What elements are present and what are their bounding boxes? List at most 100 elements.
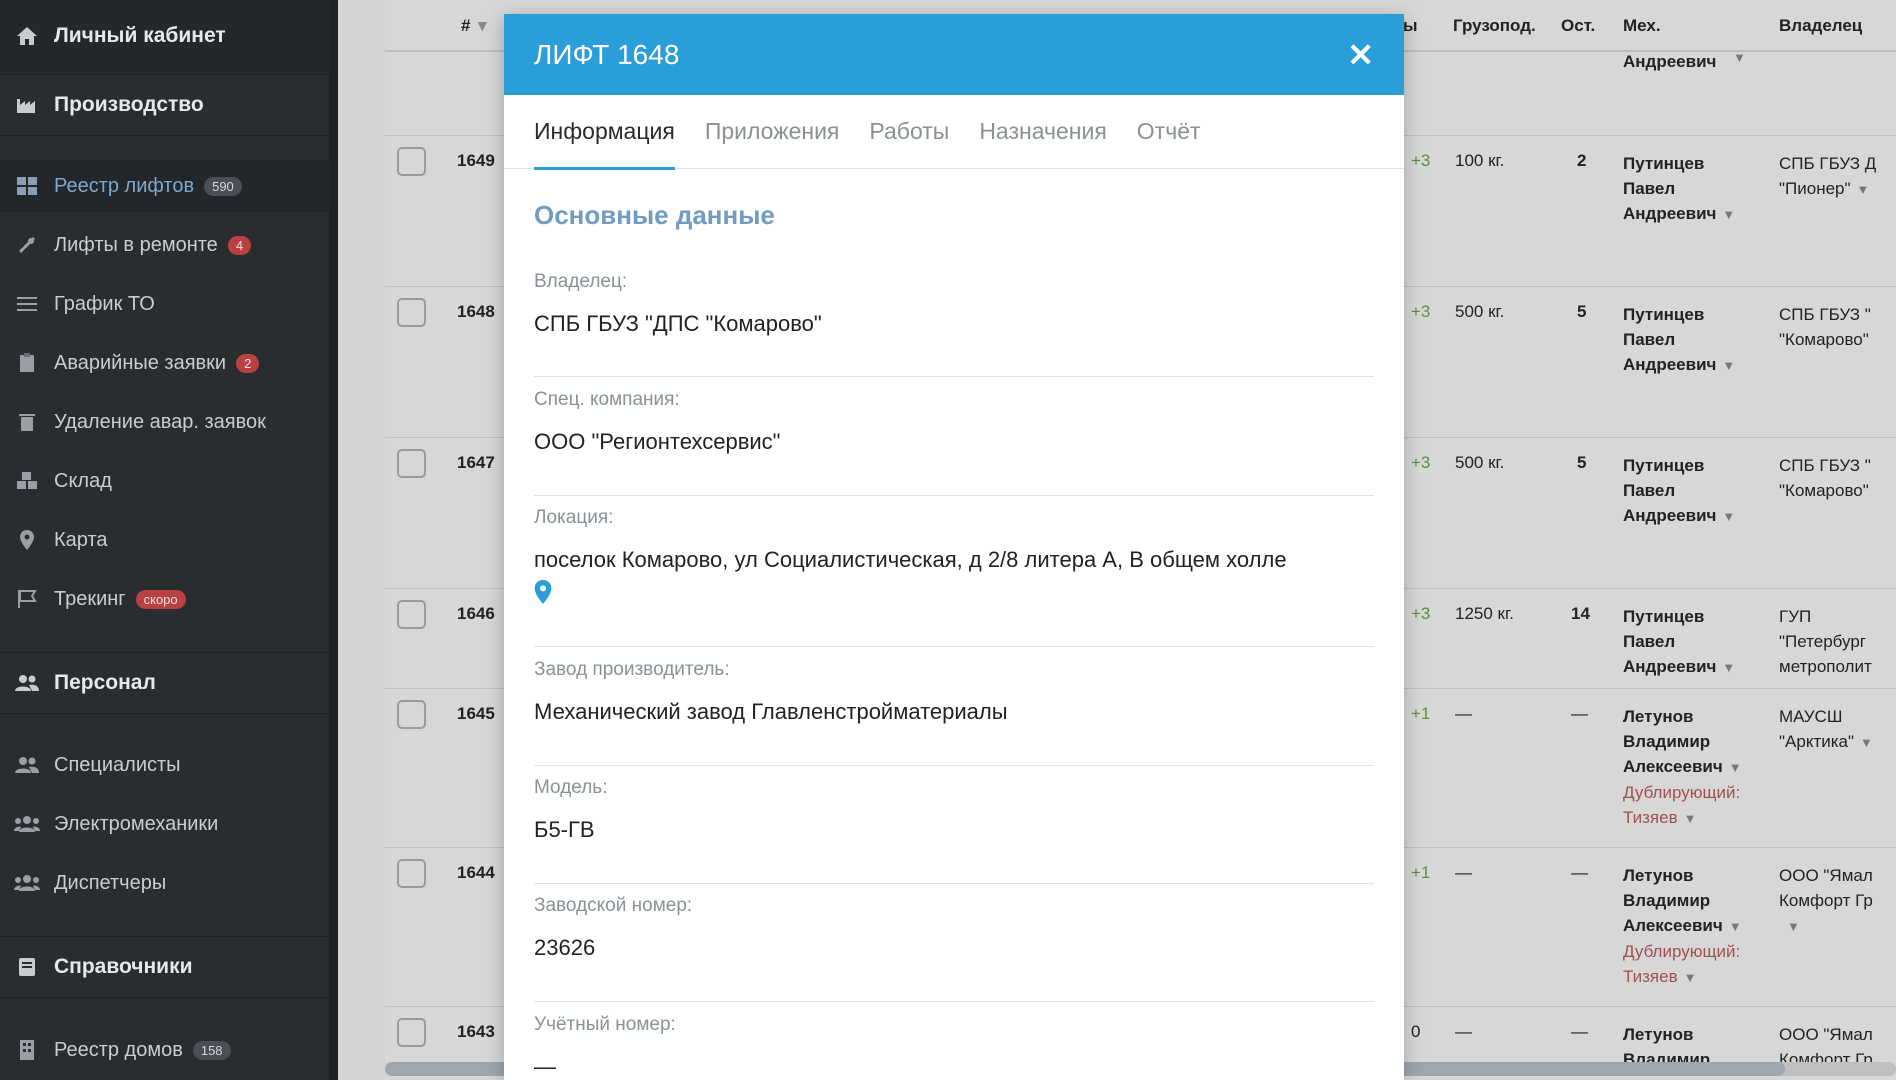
sidebar-item-specialists[interactable]: Специалисты bbox=[0, 739, 329, 791]
row-checkbox[interactable] bbox=[397, 859, 426, 888]
sidebar: Личный кабинет Производство Реестр лифто… bbox=[0, 0, 338, 1080]
filter-icon[interactable]: ▼ bbox=[1722, 509, 1735, 524]
row-mechanic[interactable]: Путинцев Павел Андреевич ▼ bbox=[1623, 302, 1735, 378]
header-load-capacity[interactable]: Грузопод. bbox=[1453, 16, 1536, 36]
filter-icon[interactable]: ▼ bbox=[1684, 811, 1697, 826]
sidebar-header-personal-cabinet[interactable]: Личный кабинет bbox=[0, 0, 329, 72]
filter-icon[interactable]: ▼ bbox=[1857, 182, 1870, 197]
field-label: Учётный номер: bbox=[534, 1014, 676, 1035]
book-icon bbox=[14, 956, 40, 978]
filter-icon[interactable]: ▼ bbox=[1722, 207, 1735, 222]
sidebar-item-electromechanics[interactable]: Электромеханики bbox=[0, 798, 329, 850]
count-badge: 4 bbox=[227, 235, 252, 255]
soon-badge: скоро bbox=[135, 589, 186, 609]
map-marker-icon[interactable] bbox=[534, 580, 552, 609]
filter-icon[interactable]: ▼ bbox=[1729, 760, 1742, 775]
sidebar-item-dispatchers[interactable]: Диспетчеры bbox=[0, 857, 329, 909]
row-id[interactable]: 1649 bbox=[457, 151, 495, 171]
mech-line: Алексеевич bbox=[1623, 757, 1723, 776]
mech-line: Андреевич bbox=[1623, 204, 1717, 223]
row-load: 100 кг. bbox=[1455, 151, 1505, 170]
section-label: Производство bbox=[54, 93, 204, 116]
sidebar-item-emergency-requests[interactable]: Аварийные заявки 2 bbox=[0, 337, 329, 389]
field-value: 23626 bbox=[534, 935, 596, 960]
header-partial: ы bbox=[1403, 16, 1418, 35]
row-checkbox[interactable] bbox=[397, 449, 426, 478]
sidebar-item-map[interactable]: Карта bbox=[0, 514, 329, 566]
sidebar-item-label: Лифты в ремонте bbox=[54, 233, 218, 256]
sidebar-section-reference[interactable]: Справочники bbox=[0, 936, 329, 998]
sidebar-item-label: График ТО bbox=[54, 292, 155, 315]
owner-line: Комфорт Гр bbox=[1779, 891, 1873, 910]
sidebar-item-label: Удаление авар. заявок bbox=[54, 410, 266, 433]
sidebar-item-label: Карта bbox=[54, 528, 108, 551]
row-mechanic[interactable]: Путинцев Павел Андреевич ▼ bbox=[1623, 604, 1735, 680]
row-mechanic[interactable]: Путинцев Павел Андреевич ▼ bbox=[1623, 151, 1735, 227]
mech-line: Путинцев bbox=[1623, 607, 1705, 626]
mech-line: Андреевич bbox=[1623, 657, 1717, 676]
sidebar-item-elevator-registry[interactable]: Реестр лифтов 590 bbox=[0, 160, 329, 212]
row-id[interactable]: 1647 bbox=[457, 453, 495, 473]
tab-assignments[interactable]: Назначения bbox=[979, 95, 1106, 169]
count-badge: 2 bbox=[236, 353, 260, 373]
row-checkbox[interactable] bbox=[397, 147, 426, 176]
sidebar-section-personnel[interactable]: Персонал bbox=[0, 652, 329, 714]
duplicate-name: Тизяев bbox=[1623, 808, 1678, 827]
row-checkbox[interactable] bbox=[397, 1018, 426, 1047]
header-owner[interactable]: Владелец bbox=[1779, 16, 1862, 36]
sort-desc-icon[interactable]: ▾ bbox=[478, 16, 487, 36]
row-stops: — bbox=[1571, 1022, 1588, 1041]
mech-line: Путинцев bbox=[1623, 305, 1705, 324]
field-serial-number: Заводской номер: 23626 bbox=[534, 895, 1374, 1002]
owner-line: метрополит bbox=[1779, 657, 1872, 676]
field-value: Механический завод Главленстройматериалы bbox=[534, 699, 1008, 724]
sidebar-item-tracking[interactable]: Трекинг скоро bbox=[0, 573, 329, 625]
row-mechanic[interactable]: Летунов Владимир Алексеевич ▼ Дублирующий… bbox=[1623, 863, 1742, 990]
row-owner: МАУСШ "Арктика" ▼ bbox=[1779, 704, 1873, 755]
row-id[interactable]: 1643 bbox=[457, 1022, 495, 1042]
list-icon bbox=[14, 293, 40, 315]
row-checkbox[interactable] bbox=[397, 298, 426, 327]
owner-line: СПБ ГБУЗ " bbox=[1779, 305, 1871, 324]
tab-information[interactable]: Информация bbox=[534, 95, 675, 170]
sidebar-item-elevators-repair[interactable]: Лифты в ремонте 4 bbox=[0, 219, 329, 271]
header-number[interactable]: # bbox=[461, 16, 470, 36]
tab-attachments[interactable]: Приложения bbox=[705, 95, 840, 169]
sidebar-section-production[interactable]: Производство bbox=[0, 74, 329, 136]
filter-icon[interactable]: ▼ bbox=[1729, 919, 1742, 934]
row-id[interactable]: 1646 bbox=[457, 604, 495, 624]
header-stops[interactable]: Ост. bbox=[1561, 16, 1595, 36]
mech-line: Андреевич bbox=[1623, 355, 1717, 374]
filter-icon[interactable]: ▼ bbox=[1722, 660, 1735, 675]
sidebar-item-warehouse[interactable]: Склад bbox=[0, 455, 329, 507]
filter-icon[interactable]: ▼ bbox=[1684, 970, 1697, 985]
row-mechanic[interactable]: Путинцев Павел Андреевич ▼ bbox=[1623, 453, 1735, 529]
filter-icon[interactable]: ▼ bbox=[1860, 735, 1873, 750]
row-mechanic[interactable]: Летунов Владимир Алексеевич ▼ Дублирующий… bbox=[1623, 704, 1742, 831]
filter-icon[interactable]: ▼ bbox=[1787, 919, 1800, 934]
sidebar-item-houses-registry[interactable]: Реестр домов 158 bbox=[0, 1024, 329, 1076]
header-mechanic[interactable]: Мех. bbox=[1623, 16, 1661, 36]
row-checkbox[interactable] bbox=[397, 600, 426, 629]
filter-icon[interactable]: ▼ bbox=[1722, 358, 1735, 373]
row-checkbox[interactable] bbox=[397, 700, 426, 729]
building-icon bbox=[14, 1039, 40, 1061]
tab-works[interactable]: Работы bbox=[869, 95, 949, 169]
map-marker-icon bbox=[14, 529, 40, 551]
sidebar-item-delete-requests[interactable]: Удаление авар. заявок bbox=[0, 396, 329, 448]
count-badge: 590 bbox=[204, 176, 242, 196]
row-id[interactable]: 1645 bbox=[457, 704, 495, 724]
sidebar-item-maintenance-schedule[interactable]: График ТО bbox=[0, 278, 329, 330]
row-id[interactable]: 1648 bbox=[457, 302, 495, 322]
tab-report[interactable]: Отчёт bbox=[1137, 95, 1201, 169]
owner-line: "Комарово" bbox=[1779, 481, 1869, 500]
row-owner: СПБ ГБУЗ " "Комарово" bbox=[1779, 302, 1871, 352]
field-value: Б5-ГВ bbox=[534, 817, 595, 842]
row-count: +3 bbox=[1411, 604, 1431, 623]
row-id[interactable]: 1644 bbox=[457, 863, 495, 883]
sidebar-item-label: Склад bbox=[54, 469, 112, 492]
close-icon[interactable]: ✕ bbox=[1347, 36, 1374, 74]
sidebar-scrollbar[interactable] bbox=[329, 0, 338, 1080]
filter-icon[interactable]: ▼ bbox=[1733, 50, 1746, 65]
row-count: +3 bbox=[1411, 151, 1431, 170]
